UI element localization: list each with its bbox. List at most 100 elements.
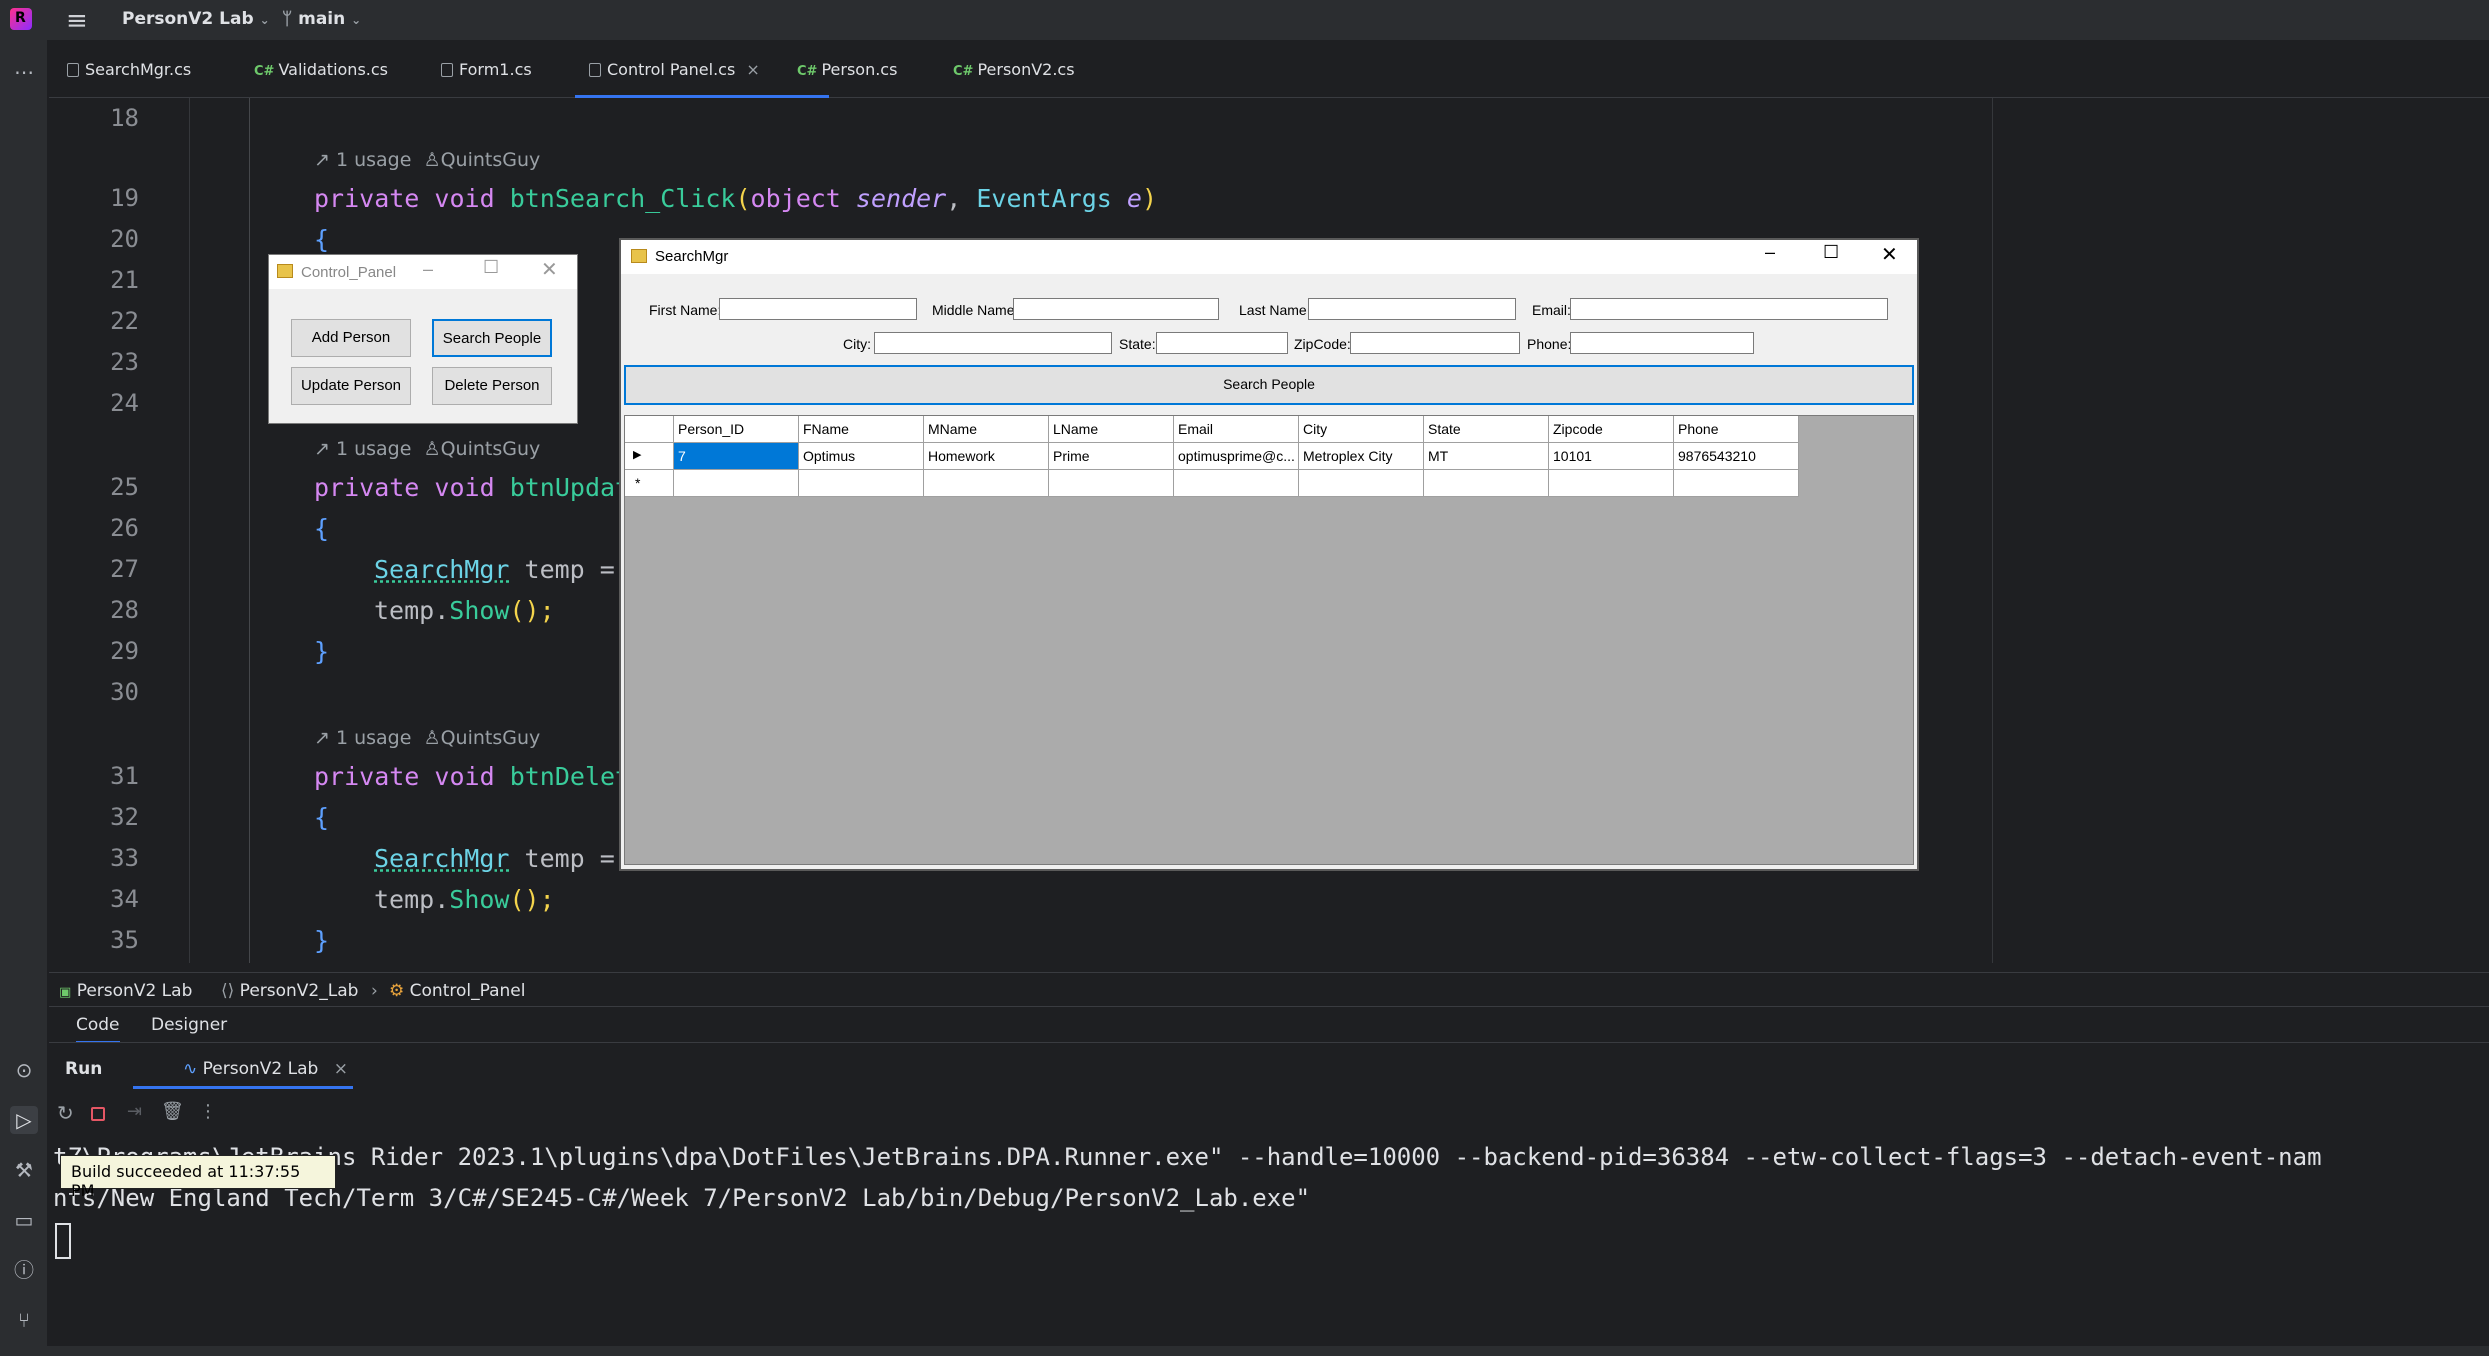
close-tab-icon[interactable]: × [746,60,759,79]
column-header[interactable]: City [1299,416,1424,443]
window-title-bar: Control_Panel – ☐ ✕ [269,255,577,289]
close-tab-icon[interactable]: × [334,1059,348,1079]
run-icon[interactable]: ▷ [10,1106,38,1134]
tab-form1[interactable]: Form1.cs [441,60,532,98]
middle-name-input[interactable] [1013,298,1219,320]
email-input[interactable] [1570,298,1888,320]
minimize-icon[interactable]: – [423,259,433,280]
project-selector[interactable]: PersonV2 Lab ⌄ [122,9,270,29]
minimize-icon[interactable]: – [1765,242,1775,263]
update-person-button[interactable]: Update Person [291,367,411,405]
code-line: temp.Show(); [374,885,555,914]
branch-selector[interactable]: ᛘ main ⌄ [282,9,361,29]
more-options-icon[interactable]: ⋮ [199,1101,217,1122]
city-input[interactable] [874,332,1112,354]
table-cell[interactable]: 9876543210 [1674,443,1799,470]
column-header[interactable]: Email [1174,416,1299,443]
status-bar [0,1346,2489,1356]
column-header[interactable]: LName [1049,416,1174,443]
last-name-input[interactable] [1308,298,1516,320]
terminal-icon[interactable]: ▭ [10,1206,38,1234]
column-header[interactable]: State [1424,416,1549,443]
phone-input[interactable] [1570,332,1754,354]
column-header[interactable]: MName [924,416,1049,443]
stop-icon[interactable] [91,1107,105,1121]
usage-hint[interactable]: ↗ 1 usage ♙QuintsGuy [314,438,540,460]
rerun-icon[interactable]: ↻ [57,1101,74,1125]
tab-validations[interactable]: C# Validations.cs [254,60,388,98]
table-cell[interactable] [799,470,924,497]
column-header[interactable]: FName [799,416,924,443]
table-cell[interactable] [674,470,799,497]
line-number: 19 [110,184,139,212]
table-cell[interactable]: Prime [1049,443,1174,470]
column-header[interactable]: Zipcode [1549,416,1674,443]
rider-logo-icon [10,8,32,30]
search-people-button[interactable]: Search People [432,319,552,357]
trash-icon[interactable]: 🗑 [161,1101,184,1122]
tab-personv2[interactable]: C# PersonV2.cs [953,60,1075,98]
csharp-icon: C# [953,64,974,79]
tool-window-strip: ⋯ ⊙ ▷ ⚒ ▭ ⓘ ⑂ [0,40,48,1356]
more-icon[interactable]: ⋯ [10,58,38,86]
table-cell[interactable]: Homework [924,443,1049,470]
maximize-icon[interactable]: ☐ [1823,242,1839,263]
tab-code[interactable]: Code [76,1015,120,1043]
search-people-button[interactable]: Search People [624,365,1914,405]
table-cell[interactable]: MT [1424,443,1549,470]
last-name-label: Last Name: [1239,302,1311,318]
breadcrumb-project[interactable]: ▣ PersonV2 Lab [59,981,192,1001]
csharp-project-icon: ▣ [59,985,72,1000]
hamburger-menu-icon[interactable]: ≡ [66,6,88,36]
console-cursor[interactable] [55,1223,71,1259]
user-icon: ♙ [423,438,441,460]
table-cell[interactable] [1049,470,1174,497]
build-hammer-icon[interactable]: ⚒ [10,1156,38,1184]
maximize-icon[interactable]: ☐ [483,257,499,278]
code-line: SearchMgr temp = [374,844,615,873]
line-number: 23 [110,348,139,376]
results-data-grid[interactable]: Person_ID FName MName LName Email City S… [624,415,1914,865]
table-cell[interactable] [1549,470,1674,497]
usage-hint[interactable]: ↗ 1 usage ♙QuintsGuy [314,727,540,749]
delete-person-button[interactable]: Delete Person [432,367,552,405]
table-cell[interactable] [924,470,1049,497]
close-icon[interactable]: ✕ [541,257,558,282]
first-name-input[interactable] [719,298,917,320]
middle-name-label: Middle Name: [932,302,1019,318]
tab-control-panel[interactable]: Control Panel.cs × [575,60,829,98]
tab-person[interactable]: C# Person.cs [797,60,897,98]
table-cell[interactable] [1299,470,1424,497]
state-input[interactable] [1156,332,1288,354]
table-cell[interactable] [1424,470,1549,497]
breadcrumb-class[interactable]: ⚙ Control_Panel [389,981,525,1001]
table-cell[interactable] [1674,470,1799,497]
table-cell[interactable]: 10101 [1549,443,1674,470]
usage-hint[interactable]: ↗ 1 usage ♙QuintsGuy [314,149,540,171]
tab-designer[interactable]: Designer [151,1015,227,1035]
breadcrumb-namespace[interactable]: ⟨⟩ PersonV2_Lab [221,981,358,1001]
run-config-tab[interactable]: ∿ PersonV2 Lab × [133,1049,353,1089]
column-header[interactable]: Person_ID [674,416,799,443]
row-selector-icon[interactable]: ▶ [625,443,674,470]
services-icon[interactable]: ⊙ [10,1056,38,1084]
add-person-button[interactable]: Add Person [291,319,411,357]
line-number: 24 [110,389,139,417]
table-cell[interactable]: 7 [674,443,799,470]
breadcrumb: ▣ PersonV2 Lab ⟨⟩ PersonV2_Lab › ⚙ Contr… [49,972,2489,1006]
table-cell[interactable]: Optimus [799,443,924,470]
column-header[interactable]: Phone [1674,416,1799,443]
zipcode-input[interactable] [1350,332,1520,354]
table-cell[interactable]: Metroplex City [1299,443,1424,470]
code-line: private void btnUpdat [314,473,631,502]
line-number: 25 [110,473,139,501]
close-icon[interactable]: ✕ [1881,242,1898,267]
new-row-marker[interactable]: * [625,470,674,497]
git-icon[interactable]: ⑂ [10,1306,38,1334]
table-cell[interactable]: optimusprime@c... [1174,443,1299,470]
table-cell[interactable] [1174,470,1299,497]
problems-icon[interactable]: ⓘ [10,1256,38,1284]
tab-searchmgr[interactable]: SearchMgr.cs [67,60,191,98]
row-header-corner [625,416,674,443]
build-status-tooltip: Build succeeded at 11:37:55 PM [60,1155,336,1200]
